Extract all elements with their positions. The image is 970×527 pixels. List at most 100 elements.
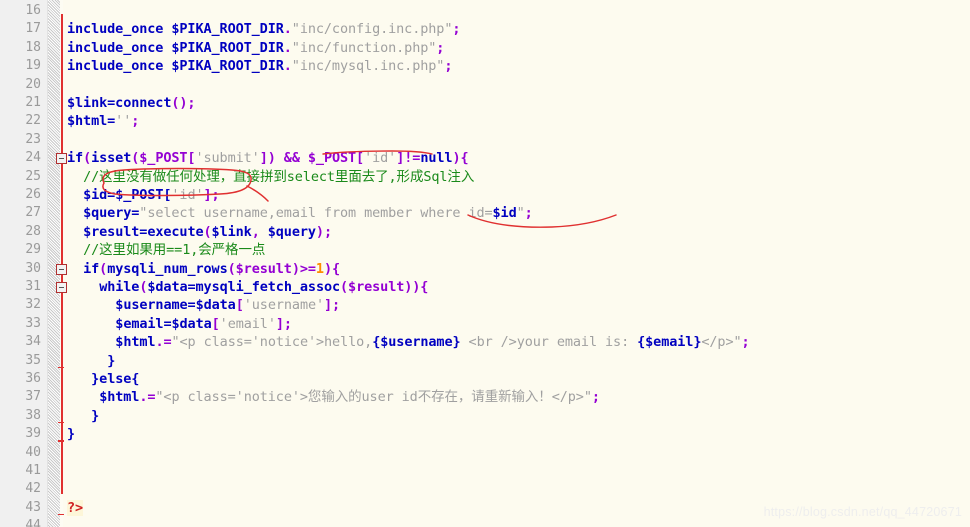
code-line[interactable]: $query="select username,email from membe… <box>63 204 533 222</box>
fold-end-marker <box>58 513 64 516</box>
code-line[interactable]: $username=$data['username']; <box>63 296 340 314</box>
code-token: [ <box>211 315 220 332</box>
code-token: $PIKA_ROOT_DIR <box>163 58 284 75</box>
code-token: ( <box>203 223 212 240</box>
code-line[interactable]: include_once $PIKA_ROOT_DIR."inc/functio… <box>63 39 444 57</box>
code-line[interactable]: $html=''; <box>63 112 139 130</box>
code-token: "inc/config.inc.php" <box>291 21 453 38</box>
code-line[interactable]: ?> <box>63 499 83 517</box>
code-line[interactable]: } <box>63 352 115 370</box>
code-token: ]) <box>259 150 276 167</box>
code-token: $link <box>211 223 252 240</box>
code-lines: include_once $PIKA_ROOT_DIR."inc/config.… <box>63 0 970 527</box>
code-token: >= <box>299 260 316 277</box>
code-token: ; <box>741 334 750 351</box>
fold-collapse-icon[interactable] <box>56 263 67 275</box>
code-line[interactable]: //这里如果用==1,会严格一点 <box>63 241 265 259</box>
code-line[interactable]: include_once $PIKA_ROOT_DIR."inc/config.… <box>63 20 460 38</box>
code-token: ; <box>436 39 445 56</box>
code-token: $result=execute <box>83 223 204 240</box>
code-line[interactable]: $link=connect(); <box>63 94 196 112</box>
code-line[interactable]: }else{ <box>63 370 139 388</box>
code-token: "inc/mysql.inc.php" <box>291 58 445 75</box>
code-line[interactable]: //这里没有做任何处理，直接拼到select里面去了,形成Sql注入 <box>63 168 474 186</box>
fold-end-marker <box>58 366 64 369</box>
code-token: "<p class='notice'>hello, <box>171 334 373 351</box>
line-number: 22 <box>25 113 41 129</box>
line-number: 20 <box>25 76 41 92</box>
code-token: ($result) <box>227 260 300 277</box>
code-token: mysqli_num_rows <box>107 260 228 277</box>
code-line[interactable]: $id=$_POST['id']; <box>63 186 220 204</box>
line-number: 33 <box>25 315 41 331</box>
code-line[interactable]: if(mysqli_num_rows($result)>=1){ <box>63 260 340 278</box>
fold-end-marker <box>58 421 64 424</box>
line-number: 38 <box>25 407 41 423</box>
code-token: (); <box>171 95 196 111</box>
line-number: 35 <box>25 352 41 368</box>
code-token: {$email} <box>637 334 702 351</box>
code-token: ( <box>83 150 92 167</box>
code-token: ; <box>444 58 453 75</box>
code-token: , <box>251 223 268 240</box>
code-token: 'email' <box>219 315 276 332</box>
code-line[interactable]: $html.="<p class='notice'>您输入的user id不存在… <box>63 388 600 406</box>
code-token: null <box>420 150 453 167</box>
code-editor-screenshot: 16 17 18 19 20 21 22 23 24 25 26 27 28 29 30 31 32 33 34 35… <box>0 0 970 527</box>
code-token: . <box>283 21 292 38</box>
code-token: $PIKA_ROOT_DIR <box>163 39 284 56</box>
code-token: } <box>91 407 100 424</box>
code-token: . <box>283 58 292 75</box>
code-token: ; <box>524 205 533 222</box>
code-token: ($result)){ <box>340 279 429 295</box>
code-token: else <box>99 371 132 387</box>
code-line[interactable]: while($data=mysqli_fetch_assoc($result))… <box>63 278 428 296</box>
line-number: 43 <box>25 499 41 515</box>
line-number: 41 <box>25 463 41 478</box>
code-token: <br />your email is: <box>460 334 638 351</box>
line-number: 27 <box>25 205 41 221</box>
code-token: "<p class='notice'>您输入的user id不存在，请重新输入！… <box>155 389 592 406</box>
line-number: 44 <box>25 518 41 527</box>
line-number: 26 <box>25 187 41 202</box>
code-token: ]; <box>275 315 292 332</box>
code-token: } <box>91 371 100 387</box>
code-token: $html= <box>67 113 116 130</box>
code-line[interactable]: if(isset($_POST['submit']) && $_POST['id… <box>63 149 469 167</box>
code-token: ]; <box>203 187 220 203</box>
code-line[interactable]: $html.="<p class='notice'>hello,{$userna… <box>63 333 750 351</box>
line-number: 16 <box>25 3 41 18</box>
fold-end-marker <box>58 440 64 442</box>
code-token: .= <box>155 334 172 351</box>
code-token: ); <box>315 223 332 240</box>
line-number: 32 <box>25 297 41 313</box>
code-token: } <box>67 426 76 443</box>
code-token: include_once <box>67 58 164 75</box>
code-token: "select username,email from member where… <box>139 205 493 222</box>
code-token: {$username} <box>372 334 461 351</box>
code-token: .= <box>139 389 156 406</box>
code-line[interactable]: } <box>63 407 99 425</box>
code-token: " <box>516 205 525 222</box>
code-token: //这里没有做任何处理，直接拼到select里面去了,形成Sql注入 <box>83 168 475 185</box>
code-token: include_once <box>67 21 164 38</box>
code-line[interactable]: include_once $PIKA_ROOT_DIR."inc/mysql.i… <box>63 57 452 75</box>
fold-collapse-icon[interactable] <box>56 282 67 293</box>
code-token: 'id' <box>171 187 204 203</box>
code-line[interactable]: } <box>63 425 75 443</box>
code-token: $id <box>492 205 517 222</box>
fold-collapse-icon[interactable] <box>56 153 67 165</box>
line-number: 24 <box>25 150 41 166</box>
code-token: $query= <box>83 205 140 222</box>
watermark-text: https://blog.csdn.net/qq_44720671 <box>763 505 962 519</box>
code-token: $email=$data <box>115 315 212 332</box>
line-number: 31 <box>25 279 41 294</box>
code-line[interactable]: $email=$data['email']; <box>63 315 292 333</box>
code-token: $username=$data <box>115 297 236 314</box>
code-token: while <box>99 279 140 295</box>
code-line[interactable]: $result=execute($link, $query); <box>63 223 332 241</box>
line-number: 37 <box>25 389 41 405</box>
code-token: ($_POST[ <box>131 150 196 167</box>
code-token: 1 <box>315 260 324 277</box>
code-token: if <box>67 150 84 167</box>
